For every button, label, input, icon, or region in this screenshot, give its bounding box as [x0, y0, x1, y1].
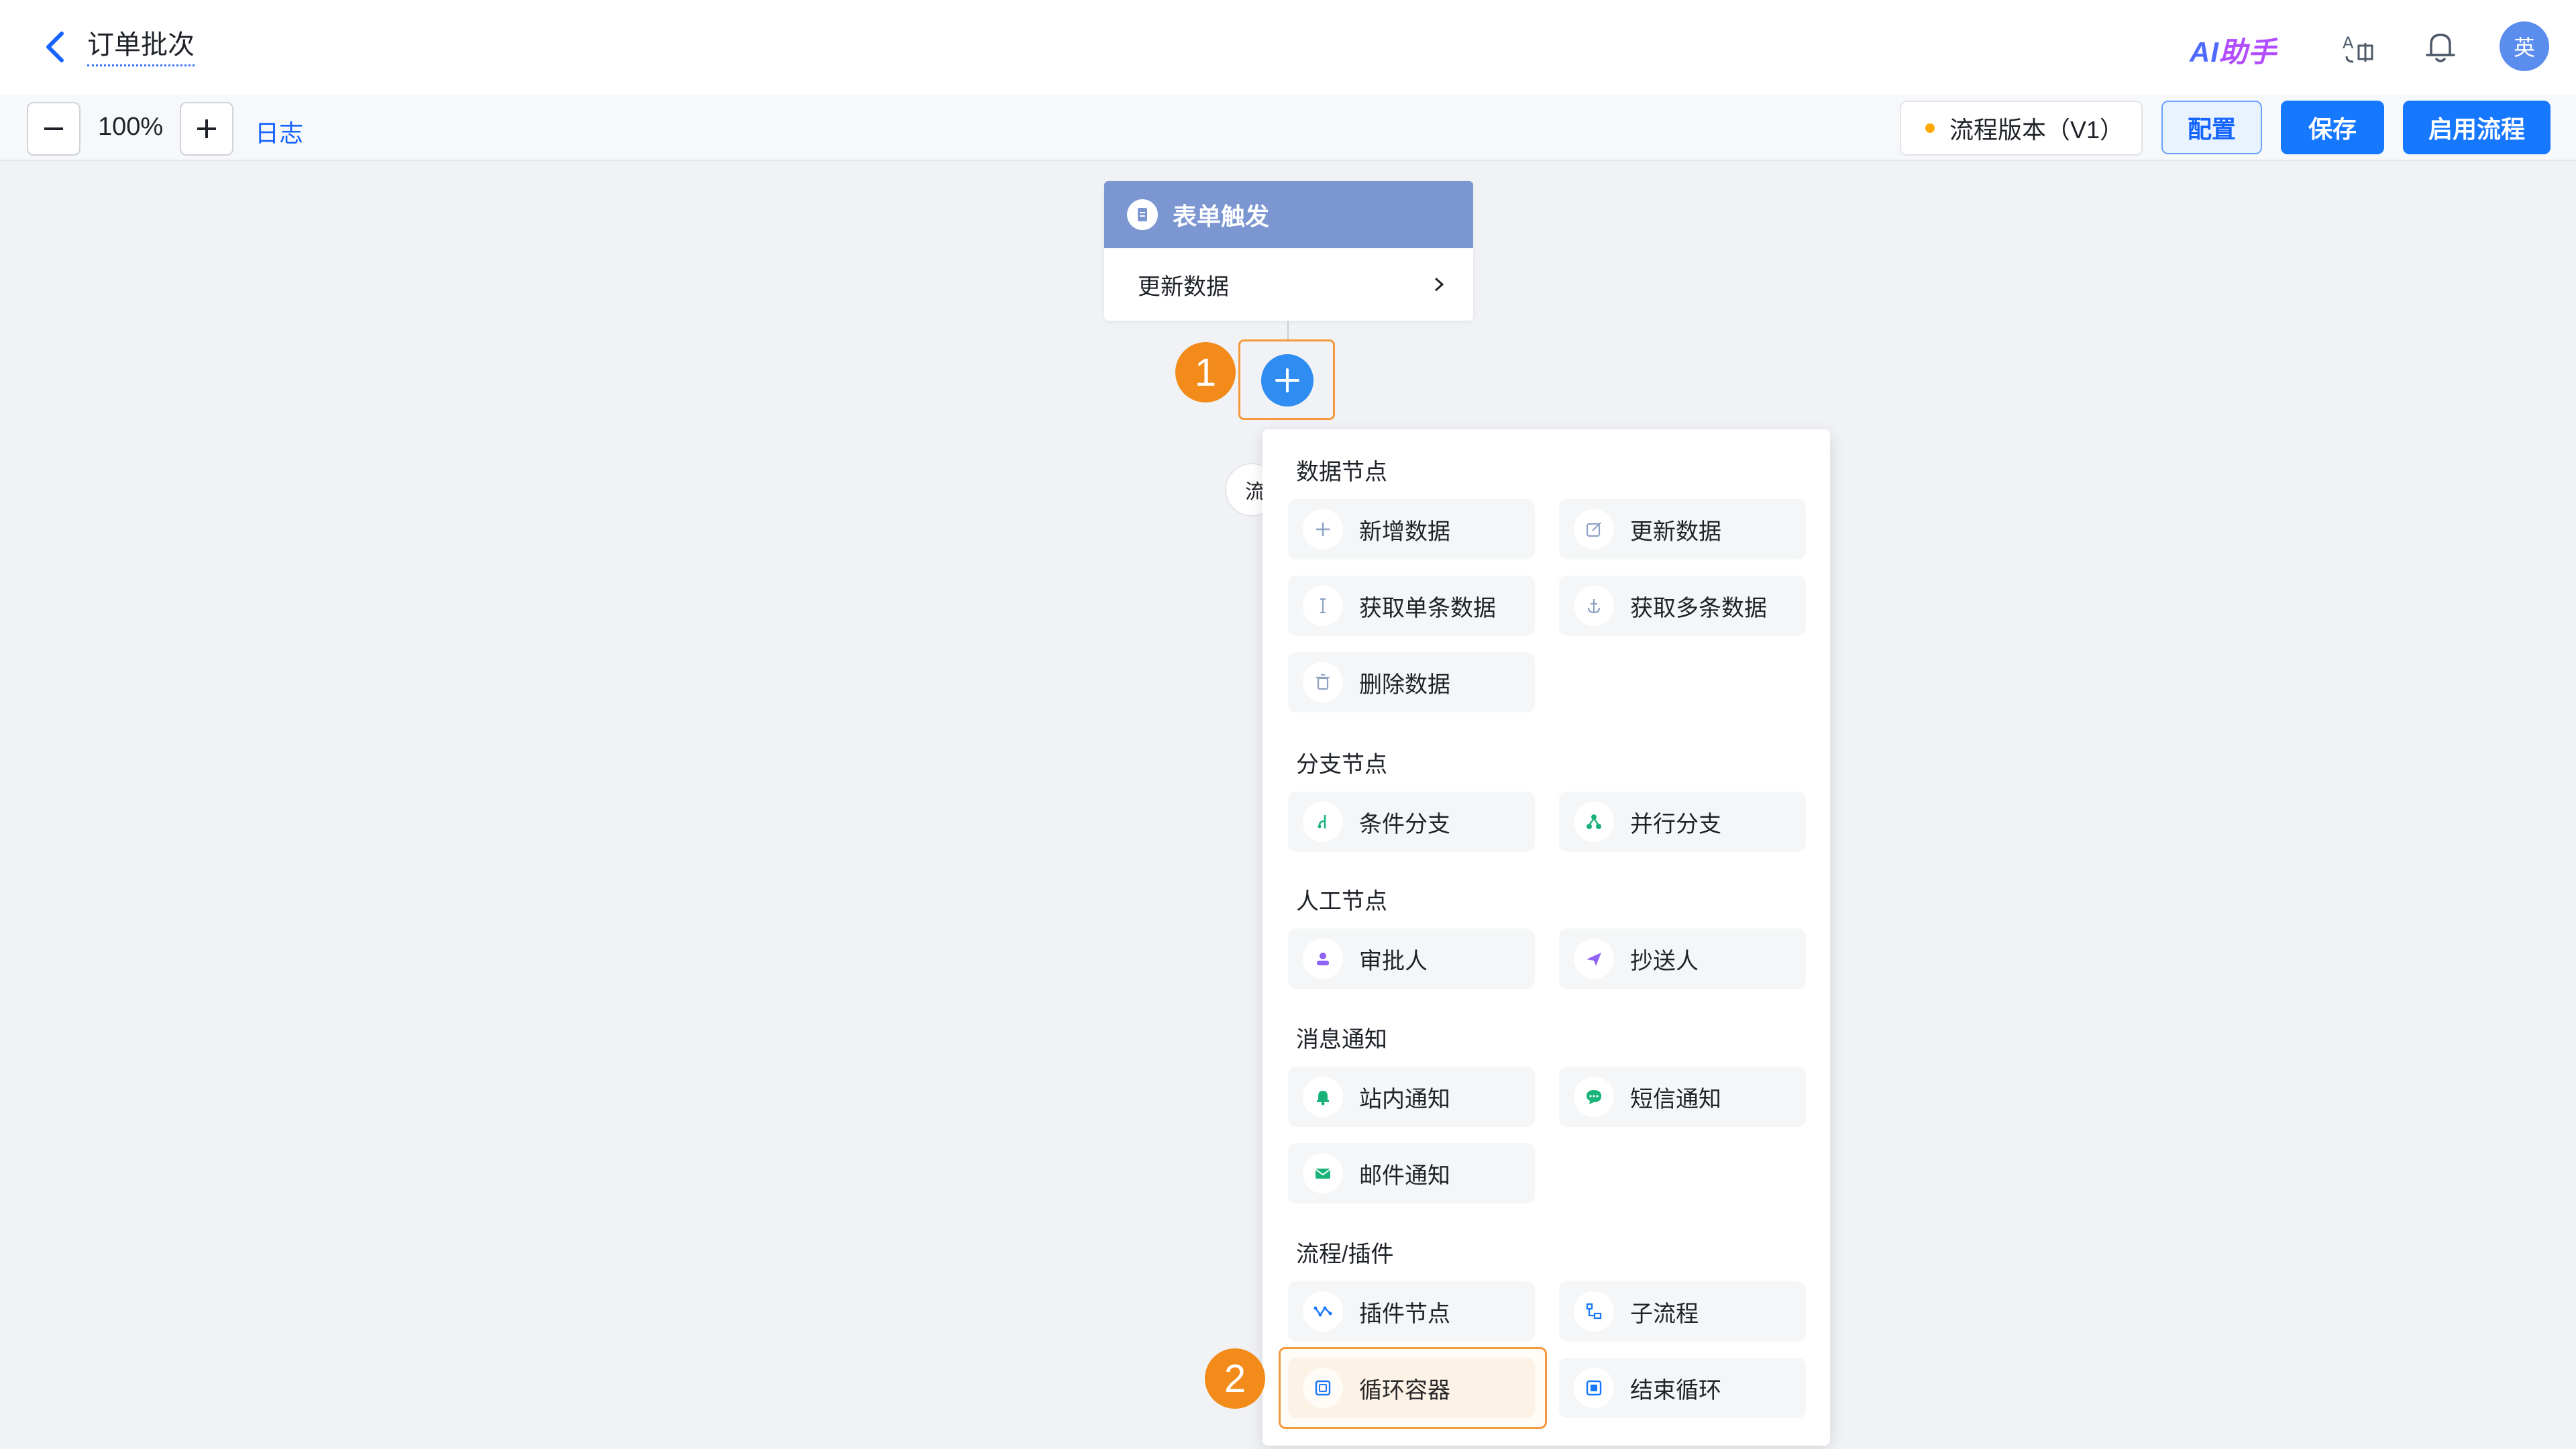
parallel-branch-icon: [1574, 802, 1614, 842]
user-avatar[interactable]: 英: [2500, 21, 2549, 71]
plus-icon: [1275, 368, 1299, 392]
menu-item-plugin-node[interactable]: 插件节点: [1288, 1281, 1535, 1342]
edit-icon: [1574, 509, 1614, 549]
bell-icon: [1303, 1077, 1343, 1117]
section-title-branch-nodes: 分支节点: [1296, 752, 1387, 777]
version-status-dot: [1925, 123, 1935, 133]
log-link[interactable]: 日志: [255, 114, 303, 149]
svg-text:A: A: [2343, 34, 2354, 52]
trigger-header: 表单触发: [1104, 181, 1473, 248]
menu-item-label: 插件节点: [1359, 1301, 1450, 1327]
menu-item-condition-branch[interactable]: 条件分支: [1288, 792, 1535, 852]
step-badge-2: 2: [1205, 1348, 1265, 1409]
top-bar: 订单批次 AI助手 A 英: [0, 0, 2576, 95]
end-loop-icon: [1574, 1368, 1614, 1408]
step-badge-1: 1: [1175, 342, 1236, 402]
trash-icon: [1303, 662, 1343, 702]
approver-icon: [1303, 938, 1343, 979]
zoom-out-button[interactable]: [27, 102, 80, 156]
section-title-notifications: 消息通知: [1296, 1027, 1387, 1053]
menu-item-label: 邮件通知: [1359, 1163, 1450, 1189]
chevron-right-icon: [1434, 277, 1444, 292]
multi-data-icon: [1574, 586, 1614, 626]
menu-item-label: 站内通知: [1359, 1086, 1450, 1112]
ai-helper-suffix: 助手: [2219, 36, 2277, 68]
add-node-menu: 数据节点 新增数据 更新数据 获取单条数据 获取多条数据 删除数据 分支节点 条…: [1263, 429, 1830, 1446]
section-title-data-nodes: 数据节点: [1296, 460, 1387, 485]
version-select[interactable]: 流程版本（V1）: [1900, 101, 2143, 156]
menu-item-delete-data[interactable]: 删除数据: [1288, 652, 1535, 712]
menu-item-end-loop[interactable]: 结束循环: [1559, 1358, 1806, 1418]
menu-item-label: 审批人: [1359, 948, 1428, 974]
menu-item-cc[interactable]: 抄送人: [1559, 928, 1806, 989]
menu-item-subprocess[interactable]: 子流程: [1559, 1281, 1806, 1342]
menu-item-parallel-branch[interactable]: 并行分支: [1559, 792, 1806, 852]
sms-icon: [1574, 1077, 1614, 1117]
menu-item-label: 获取单条数据: [1359, 595, 1496, 621]
send-icon: [1574, 938, 1614, 979]
bell-icon[interactable]: [2420, 27, 2461, 67]
single-data-icon: [1303, 586, 1343, 626]
menu-item-approver[interactable]: 审批人: [1288, 928, 1535, 989]
menu-item-get-multi-data[interactable]: 获取多条数据: [1559, 576, 1806, 636]
condition-branch-icon: [1303, 802, 1343, 842]
form-trigger-node[interactable]: 表单触发 更新数据: [1104, 181, 1473, 321]
form-icon: [1127, 199, 1158, 230]
zoom-level: 100%: [98, 113, 164, 141]
menu-item-label: 删除数据: [1359, 672, 1450, 698]
version-label: 流程版本（V1）: [1949, 116, 2125, 144]
back-arrow-icon[interactable]: [39, 27, 72, 67]
section-title-manual-nodes: 人工节点: [1296, 889, 1387, 914]
menu-item-sms-notice[interactable]: 短信通知: [1559, 1067, 1806, 1127]
menu-item-label: 获取多条数据: [1630, 595, 1767, 621]
zoom-in-button[interactable]: [180, 102, 233, 156]
menu-item-label: 条件分支: [1359, 811, 1450, 837]
menu-item-label: 结束循环: [1630, 1377, 1721, 1403]
plugin-icon: [1303, 1291, 1343, 1332]
ai-helper-prefix: AI: [2190, 36, 2219, 68]
menu-item-label: 新增数据: [1359, 519, 1450, 545]
page-title[interactable]: 订单批次: [87, 23, 195, 66]
menu-item-email-notice[interactable]: 邮件通知: [1288, 1143, 1535, 1203]
ai-helper-button[interactable]: AI助手: [2190, 30, 2277, 70]
menu-item-label: 更新数据: [1630, 519, 1721, 545]
menu-item-in-app-notice[interactable]: 站内通知: [1288, 1067, 1535, 1127]
add-node-button[interactable]: [1261, 354, 1313, 407]
plus-icon: [1303, 509, 1343, 549]
menu-item-label: 抄送人: [1630, 948, 1699, 974]
trigger-action-row[interactable]: 更新数据: [1104, 248, 1473, 321]
menu-item-label: 短信通知: [1630, 1086, 1721, 1112]
enable-flow-button[interactable]: 启用流程: [2403, 101, 2551, 154]
translate-icon[interactable]: A: [2339, 27, 2379, 67]
mail-icon: [1303, 1153, 1343, 1193]
subprocess-icon: [1574, 1291, 1614, 1332]
save-button[interactable]: 保存: [2281, 101, 2384, 154]
plus-icon: [197, 119, 216, 138]
menu-item-label: 并行分支: [1630, 811, 1721, 837]
menu-item-label: 子流程: [1630, 1301, 1699, 1327]
menu-item-update-data[interactable]: 更新数据: [1559, 499, 1806, 559]
config-button[interactable]: 配置: [2161, 101, 2262, 154]
minus-icon: [44, 127, 63, 130]
menu-item-get-single-data[interactable]: 获取单条数据: [1288, 576, 1535, 636]
canvas-toolbar: 100% 日志 流程版本（V1） 配置 保存 启用流程: [0, 95, 2576, 161]
trigger-title: 表单触发: [1173, 203, 1270, 230]
menu-item-add-data[interactable]: 新增数据: [1288, 499, 1535, 559]
section-title-process-plugins: 流程/插件: [1296, 1242, 1394, 1267]
trigger-action-label: 更新数据: [1138, 274, 1229, 300]
flow-connector: [1287, 321, 1289, 341]
loop-container-highlight: [1279, 1347, 1547, 1429]
